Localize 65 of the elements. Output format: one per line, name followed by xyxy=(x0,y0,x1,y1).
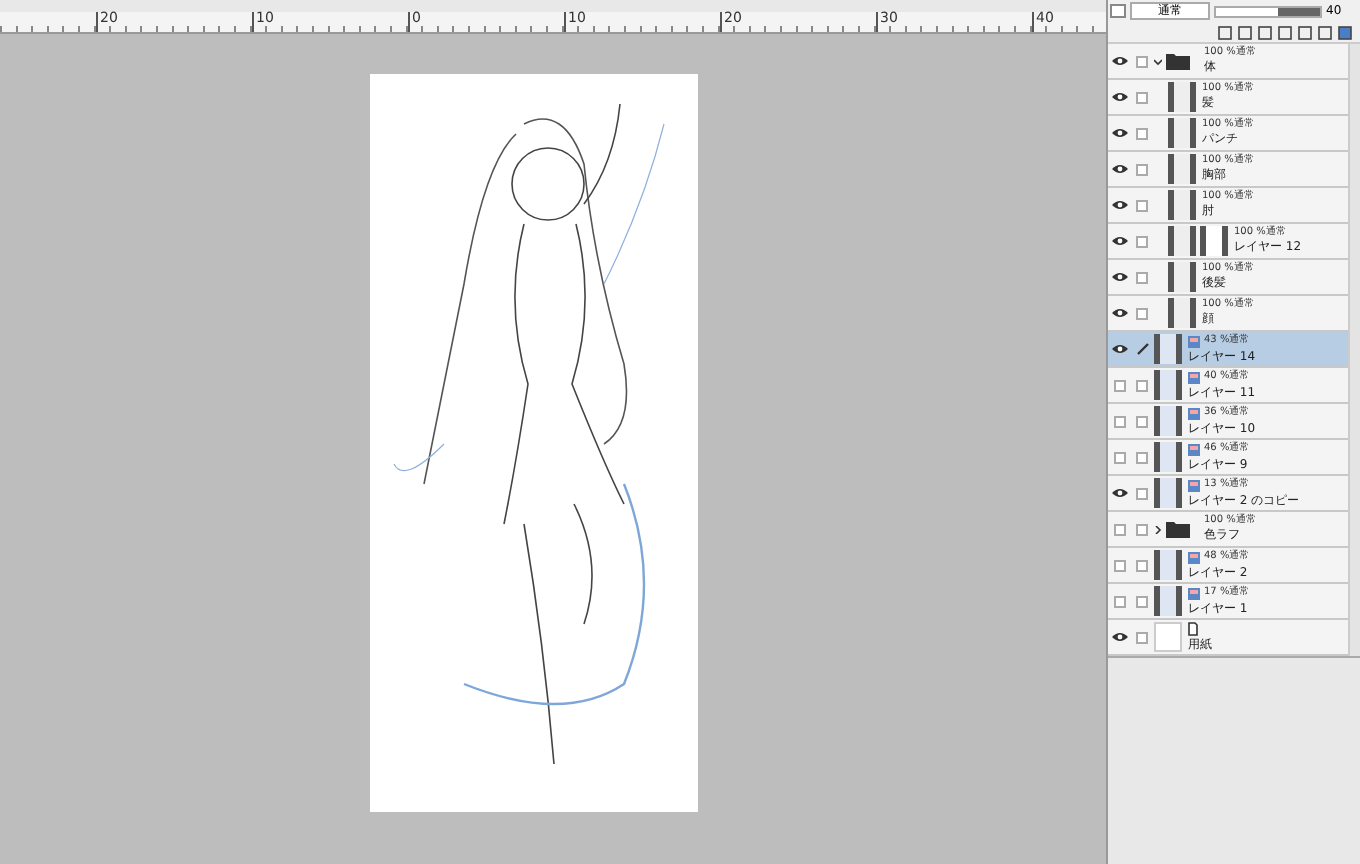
layer-thumbnail xyxy=(1168,226,1196,256)
folder-icon xyxy=(1166,52,1190,70)
checkbox[interactable] xyxy=(1136,235,1148,247)
layer-thumbnail xyxy=(1168,298,1196,328)
mask-thumbnail xyxy=(1200,226,1228,256)
folder-icon xyxy=(1166,520,1190,538)
eye-icon[interactable] xyxy=(1112,272,1128,282)
eye-icon[interactable] xyxy=(1112,56,1128,66)
checkbox[interactable] xyxy=(1136,163,1148,175)
visibility-toggle[interactable] xyxy=(1114,451,1126,463)
checkbox[interactable] xyxy=(1136,595,1148,607)
layer-thumbnail xyxy=(1154,478,1182,508)
chevron-icon[interactable] xyxy=(1154,525,1162,533)
raster-layer-icon xyxy=(1188,479,1200,491)
checkbox[interactable] xyxy=(1136,91,1148,103)
layer-thumbnail xyxy=(1168,82,1196,112)
opacity-slider[interactable] xyxy=(1214,5,1322,17)
layer-thumbnail xyxy=(1154,334,1182,364)
raster-layer-icon xyxy=(1188,551,1200,563)
checkbox[interactable] xyxy=(1136,307,1148,319)
checkbox[interactable] xyxy=(1136,127,1148,139)
eye-icon[interactable] xyxy=(1112,632,1128,642)
layer-thumbnail xyxy=(1154,586,1182,616)
raster-layer-icon xyxy=(1188,371,1200,383)
layer-thumbnail xyxy=(1154,550,1182,580)
visibility-toggle[interactable] xyxy=(1114,379,1126,391)
checkbox[interactable] xyxy=(1136,415,1148,427)
checkbox[interactable] xyxy=(1136,487,1148,499)
checkbox[interactable] xyxy=(1136,451,1148,463)
layer-thumbnail xyxy=(1168,262,1196,292)
visibility-toggle[interactable] xyxy=(1114,595,1126,607)
pen-icon xyxy=(1135,342,1149,356)
eye-icon[interactable] xyxy=(1112,344,1128,354)
paper-thumbnail xyxy=(1154,622,1182,652)
checkbox[interactable] xyxy=(1136,559,1148,571)
layer-thumbnail xyxy=(1168,154,1196,184)
eye-icon[interactable] xyxy=(1112,200,1128,210)
checkbox[interactable] xyxy=(1136,55,1148,67)
eye-icon[interactable] xyxy=(1112,308,1128,318)
visibility-toggle[interactable] xyxy=(1114,523,1126,535)
checkbox[interactable] xyxy=(1136,379,1148,391)
layer-thumbnail xyxy=(1154,406,1182,436)
eye-icon[interactable] xyxy=(1112,92,1128,102)
layer-thumbnail xyxy=(1168,118,1196,148)
raster-layer-icon xyxy=(1188,335,1200,347)
checkbox[interactable] xyxy=(1136,631,1148,643)
visibility-toggle[interactable] xyxy=(1114,559,1126,571)
raster-layer-icon xyxy=(1188,407,1200,419)
chevron-icon[interactable] xyxy=(1154,57,1162,65)
eye-icon[interactable] xyxy=(1112,164,1128,174)
eye-icon[interactable] xyxy=(1112,236,1128,246)
raster-layer-icon xyxy=(1188,587,1200,599)
checkbox[interactable] xyxy=(1136,523,1148,535)
checkbox[interactable] xyxy=(1136,199,1148,211)
layer-thumbnail xyxy=(1168,190,1196,220)
layer-thumbnail xyxy=(1154,370,1182,400)
scrollbar[interactable] xyxy=(1348,44,1360,656)
eye-icon[interactable] xyxy=(1112,128,1128,138)
raster-layer-icon xyxy=(1188,443,1200,455)
visibility-toggle[interactable] xyxy=(1114,415,1126,427)
eye-icon[interactable] xyxy=(1112,488,1128,498)
checkbox[interactable] xyxy=(1136,271,1148,283)
layer-thumbnail xyxy=(1154,442,1182,472)
color-swatch[interactable] xyxy=(1110,4,1126,18)
page-icon xyxy=(1188,622,1198,636)
